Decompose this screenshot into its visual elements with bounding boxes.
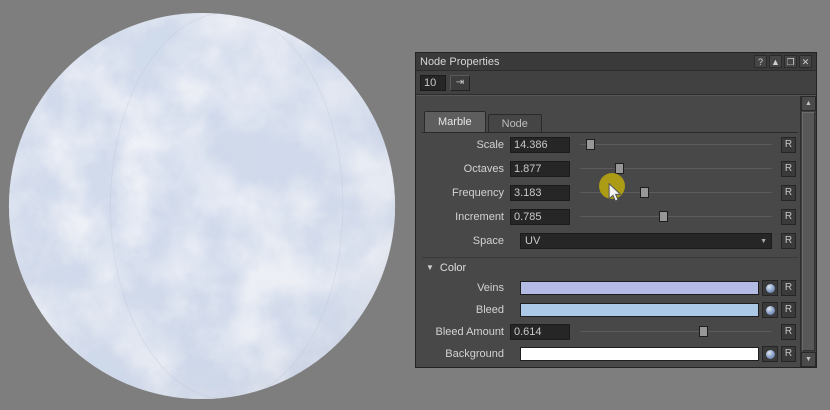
bleed-label: Bleed	[422, 304, 510, 316]
slider-handle[interactable]	[586, 139, 595, 150]
application-canvas: Node Properties ? ▲ ❐ ✕ 10 ⇥ Marble Node…	[0, 0, 830, 410]
scale-value-field[interactable]: 14.386	[510, 137, 570, 153]
bleed-amount-reset-button[interactable]: R	[781, 324, 796, 340]
octaves-value-field[interactable]: 1.877	[510, 161, 570, 177]
node-count-field[interactable]: 10	[420, 75, 446, 91]
slider-handle[interactable]	[640, 187, 649, 198]
bleed-amount-value-field[interactable]: 0.614	[510, 324, 570, 340]
slider-track	[580, 331, 772, 332]
panel-title: Node Properties	[420, 56, 754, 68]
slider-handle[interactable]	[659, 211, 668, 222]
scroll-up-icon[interactable]: ▲	[801, 96, 816, 111]
slider-track	[580, 144, 772, 145]
dock-icon[interactable]: ▲	[769, 55, 782, 68]
background-color-swatch[interactable]	[520, 347, 759, 361]
bleed-row: Bleed R	[422, 299, 798, 321]
scale-slider[interactable]	[580, 138, 772, 152]
increment-slider[interactable]	[580, 210, 772, 224]
veins-reset-button[interactable]: R	[781, 280, 796, 296]
slider-handle[interactable]	[699, 326, 708, 337]
octaves-label: Octaves	[422, 163, 510, 175]
tab-bar: Marble Node	[422, 109, 798, 133]
frequency-reset-button[interactable]: R	[781, 185, 796, 201]
veins-color-swatch[interactable]	[520, 281, 759, 295]
octaves-reset-button[interactable]: R	[781, 161, 796, 177]
mouse-cursor-icon	[608, 183, 624, 203]
background-reset-button[interactable]: R	[781, 346, 796, 362]
background-label: Background	[422, 348, 510, 360]
increment-label: Increment	[422, 211, 510, 223]
increment-reset-button[interactable]: R	[781, 209, 796, 225]
color-section-title: Color	[440, 262, 466, 274]
marble-sphere-viewport[interactable]	[5, 9, 399, 403]
color-section-header[interactable]: ▼ Color	[422, 257, 798, 277]
veins-row: Veins R	[422, 277, 798, 299]
titlebar-icons: ? ▲ ❐ ✕	[754, 55, 812, 68]
sync-selection-icon[interactable]: ⇥	[450, 75, 470, 91]
bleed-reset-button[interactable]: R	[781, 302, 796, 318]
close-icon[interactable]: ✕	[799, 55, 812, 68]
slider-handle[interactable]	[615, 163, 624, 174]
space-reset-button[interactable]: R	[781, 233, 796, 249]
slider-track	[580, 216, 772, 217]
background-row: Background R	[422, 343, 798, 365]
tab-node[interactable]: Node	[488, 114, 542, 132]
veins-label: Veins	[422, 282, 510, 294]
panel-titlebar[interactable]: Node Properties ? ▲ ❐ ✕	[416, 53, 816, 71]
bleed-preview-sphere-icon[interactable]	[762, 302, 778, 318]
increment-row: Increment 0.785 R	[422, 205, 798, 229]
scale-reset-button[interactable]: R	[781, 137, 796, 153]
float-window-icon[interactable]: ❐	[784, 55, 797, 68]
chevron-down-icon: ▼	[760, 238, 767, 245]
bleed-color-swatch[interactable]	[520, 303, 759, 317]
veins-preview-sphere-icon[interactable]	[762, 280, 778, 296]
background-preview-sphere-icon[interactable]	[762, 346, 778, 362]
help-icon[interactable]: ?	[754, 55, 767, 68]
scrollbar-thumb[interactable]	[802, 112, 815, 351]
bleed-amount-label: Bleed Amount	[422, 326, 510, 338]
parameters-pane: Marble Node Scale 14.386 R Octaves 1.877	[416, 95, 816, 367]
scroll-down-icon[interactable]: ▼	[801, 352, 816, 367]
slider-track	[580, 168, 772, 169]
scrollbar-track[interactable]	[801, 111, 816, 352]
scale-row: Scale 14.386 R	[422, 133, 798, 157]
space-label: Space	[422, 235, 510, 247]
space-dropdown[interactable]: UV ▼	[520, 233, 772, 249]
tab-marble[interactable]: Marble	[424, 111, 486, 132]
frequency-value-field[interactable]: 3.183	[510, 185, 570, 201]
bleed-amount-row: Bleed Amount 0.614 R	[422, 321, 798, 343]
panel-toolbar: 10 ⇥	[416, 71, 816, 95]
collapse-triangle-icon: ▼	[426, 263, 434, 272]
space-dropdown-value: UV	[525, 235, 540, 247]
frequency-label: Frequency	[422, 187, 510, 199]
node-properties-panel: Node Properties ? ▲ ❐ ✕ 10 ⇥ Marble Node…	[415, 52, 817, 368]
space-row: Space UV ▼ R	[422, 229, 798, 253]
increment-value-field[interactable]: 0.785	[510, 209, 570, 225]
scale-label: Scale	[422, 139, 510, 151]
scrollbar[interactable]: ▲ ▼	[800, 96, 816, 367]
bleed-amount-slider[interactable]	[580, 325, 772, 339]
